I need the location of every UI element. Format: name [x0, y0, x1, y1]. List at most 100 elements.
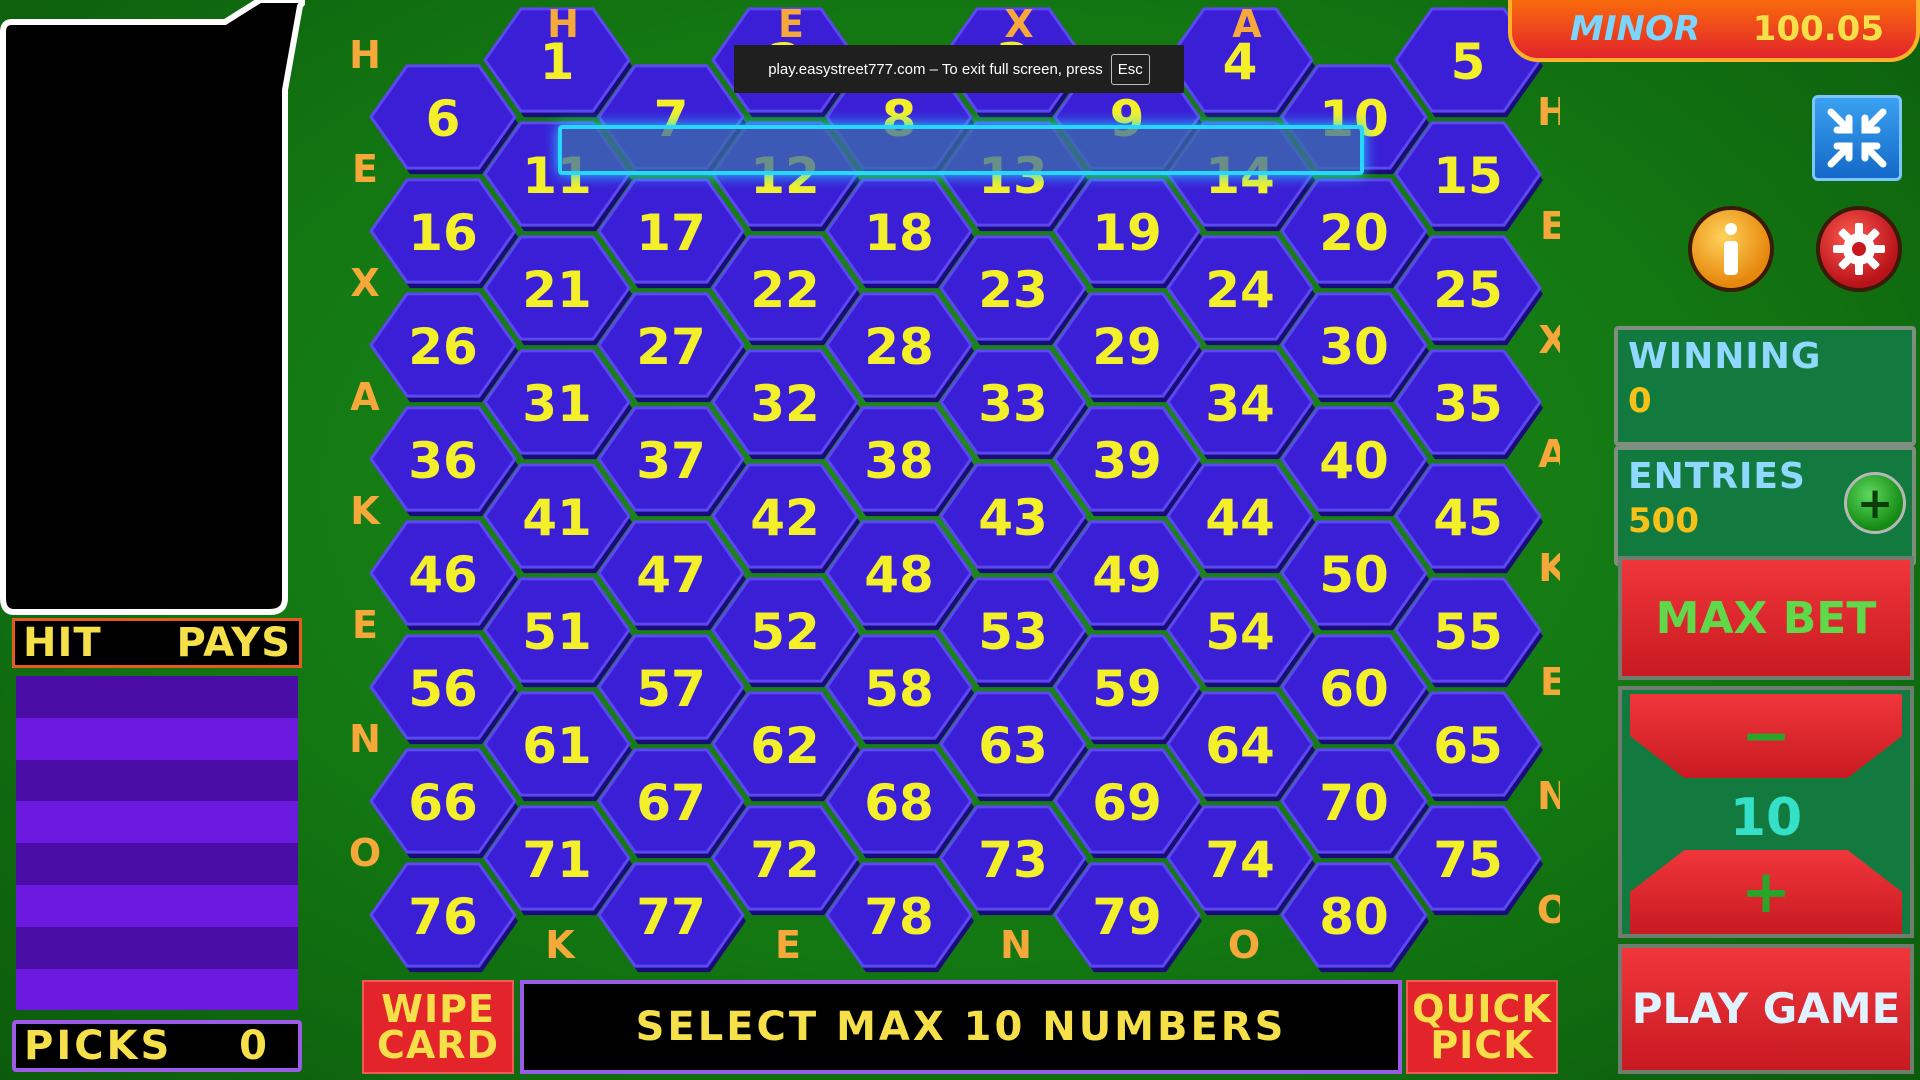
- keno-number-75[interactable]: 75: [1394, 805, 1543, 916]
- hex-number-label: 68: [864, 774, 934, 832]
- hit-pays-header: HIT PAYS: [12, 618, 302, 668]
- keno-number-35[interactable]: 35: [1394, 349, 1543, 460]
- hex-number-label: 32: [750, 375, 820, 433]
- hex-number-label: 43: [978, 489, 1048, 547]
- hex-number-label: 64: [1205, 717, 1275, 775]
- selection-highlight-bar: [558, 125, 1364, 175]
- entries-panel: ENTRIES 500 +: [1614, 446, 1916, 566]
- hex-number-label: 74: [1205, 831, 1275, 889]
- keno-number-80[interactable]: 80: [1280, 862, 1429, 973]
- side-letter-left: A: [350, 375, 380, 419]
- keno-number-25[interactable]: 25: [1394, 235, 1543, 346]
- hex-number-label: 29: [1092, 318, 1162, 376]
- hex-number-label: 41: [522, 489, 592, 547]
- gear-icon: [1833, 223, 1885, 275]
- settings-button[interactable]: [1816, 206, 1902, 292]
- max-bet-button[interactable]: MAX BET: [1618, 556, 1914, 680]
- hex-number-label: 17: [636, 204, 706, 262]
- keno-number-78[interactable]: 78: [825, 862, 974, 973]
- esc-key[interactable]: Esc: [1110, 53, 1150, 85]
- hex-number-label: 80: [1319, 888, 1389, 946]
- hex-number-label: 49: [1092, 546, 1162, 604]
- plus-icon: +: [1740, 857, 1792, 927]
- hex-number-label: 15: [1433, 147, 1503, 205]
- keno-number-15[interactable]: 15: [1394, 121, 1543, 232]
- bet-value: 10: [1729, 788, 1803, 848]
- hex-number-label: 23: [978, 261, 1048, 319]
- plus-icon: +: [1856, 477, 1894, 529]
- hex-number-label: 30: [1319, 318, 1389, 376]
- hex-number-label: 58: [864, 660, 934, 718]
- bet-selector: − 10 +: [1618, 686, 1914, 938]
- side-letter-bottom: E: [775, 923, 801, 967]
- winning-panel: WINNING 0: [1614, 326, 1916, 446]
- hex-number-label: 26: [408, 318, 478, 376]
- hex-number-label: 39: [1092, 432, 1162, 490]
- keno-number-55[interactable]: 55: [1394, 577, 1543, 688]
- side-letter-left: H: [349, 33, 381, 77]
- hex-number-label: 34: [1205, 375, 1275, 433]
- paytable-row: [16, 717, 298, 760]
- keno-number-65[interactable]: 65: [1394, 691, 1543, 802]
- minus-icon: −: [1740, 701, 1792, 771]
- hex-number-label: 47: [636, 546, 706, 604]
- exit-fullscreen-button[interactable]: [1812, 95, 1902, 181]
- jackpot-label: MINOR: [1570, 9, 1701, 49]
- side-letter-top: H: [547, 2, 579, 46]
- keno-number-77[interactable]: 77: [597, 862, 746, 973]
- paytable-row: [16, 843, 298, 885]
- hex-number-label: 67: [636, 774, 706, 832]
- add-entries-button[interactable]: +: [1844, 472, 1906, 534]
- paytable-row: [16, 884, 298, 927]
- hex-number-label: 5: [1451, 33, 1486, 91]
- side-letter-right: X: [1538, 318, 1560, 362]
- paytable-row: [16, 968, 298, 1011]
- side-letter-right: H: [1537, 90, 1560, 134]
- keno-number-79[interactable]: 79: [1053, 862, 1202, 973]
- play-game-button[interactable]: PLAY GAME: [1618, 944, 1914, 1074]
- side-letter-bottom: N: [1000, 923, 1032, 967]
- quick-pick-button[interactable]: QUICK PICK: [1406, 980, 1558, 1074]
- hex-number-label: 73: [978, 831, 1048, 889]
- hex-number-label: 52: [750, 603, 820, 661]
- hex-number-label: 24: [1205, 261, 1275, 319]
- keno-number-76[interactable]: 76: [369, 862, 518, 973]
- side-letter-right: K: [1538, 546, 1560, 590]
- side-letter-right: E: [1540, 660, 1560, 704]
- hex-number-label: 57: [636, 660, 706, 718]
- hex-number-label: 21: [522, 261, 592, 319]
- hex-number-label: 59: [1092, 660, 1162, 718]
- hex-number-label: 45: [1433, 489, 1503, 547]
- message-display: SELECT MAX 10 NUMBERS: [520, 980, 1402, 1074]
- info-button[interactable]: [1688, 206, 1774, 292]
- side-letter-left: E: [352, 147, 378, 191]
- hex-number-label: 31: [522, 375, 592, 433]
- increase-bet-button[interactable]: +: [1630, 850, 1902, 934]
- hex-number-label: 38: [864, 432, 934, 490]
- hex-number-label: 19: [1092, 204, 1162, 262]
- picks-label: PICKS: [24, 1023, 173, 1069]
- keno-number-45[interactable]: 45: [1394, 463, 1543, 574]
- side-letter-right: O: [1537, 888, 1560, 932]
- hex-number-label: 63: [978, 717, 1048, 775]
- hex-number-label: 54: [1205, 603, 1275, 661]
- decrease-bet-button[interactable]: −: [1630, 694, 1902, 778]
- paytable: [16, 676, 298, 1011]
- hex-number-label: 60: [1319, 660, 1389, 718]
- wipe-card-button[interactable]: WIPE CARD: [362, 980, 514, 1074]
- hex-number-label: 62: [750, 717, 820, 775]
- hex-number-label: 69: [1092, 774, 1162, 832]
- side-letter-top: E: [778, 2, 804, 46]
- picks-counter: PICKS 0: [12, 1020, 302, 1072]
- side-letter-bottom: O: [1228, 923, 1260, 967]
- hex-number-label: 44: [1205, 489, 1275, 547]
- hex-number-label: 51: [522, 603, 592, 661]
- jackpot-value: 100.05: [1752, 9, 1884, 49]
- hex-number-label: 25: [1433, 261, 1503, 319]
- fullscreen-notice: play.easystreet777.com – To exit full sc…: [734, 45, 1184, 93]
- hex-number-label: 20: [1319, 204, 1389, 262]
- compress-icon: [1827, 108, 1887, 168]
- side-letter-top: X: [1004, 2, 1033, 46]
- hex-number-label: 6: [426, 90, 461, 148]
- hex-number-label: 65: [1433, 717, 1503, 775]
